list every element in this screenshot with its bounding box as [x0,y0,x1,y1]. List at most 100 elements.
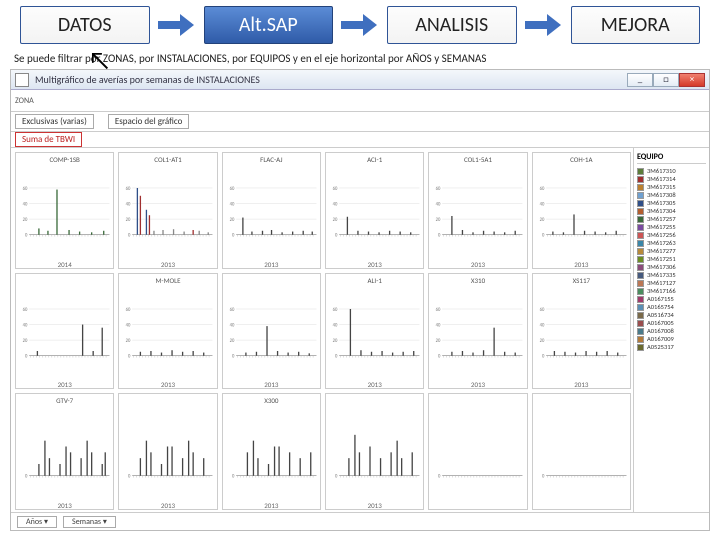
legend-item[interactable]: 3M617304 [637,207,706,215]
mini-chart: COH-1A02040602013 [532,152,631,269]
legend-item[interactable]: 3M617256 [637,231,706,239]
svg-text:0: 0 [542,475,545,480]
chart-year: 2013 [121,260,214,268]
legend-swatch [637,176,644,183]
legend-item[interactable]: 3M617306 [637,263,706,271]
minimize-button[interactable]: _ [627,73,653,87]
window-titlebar: Multigráfico de averías por semanas de I… [11,70,709,90]
plot-area-label: Espacio del gráfico [108,114,190,129]
svg-text:60: 60 [436,308,441,313]
filter-bar-3: Suma de TBWI [11,132,709,148]
filter-bar: ZONA [11,90,709,112]
svg-text:60: 60 [539,308,544,313]
chart-year [535,501,628,509]
svg-text:40: 40 [539,323,544,328]
equipment-legend: EQUIPO 3M6173103M6173143M6173153M6173083… [633,148,709,512]
svg-text:20: 20 [333,339,338,344]
svg-text:0: 0 [438,354,441,359]
legend-item[interactable]: 3M617263 [637,239,706,247]
legend-swatch [637,280,644,287]
legend-swatch [637,312,644,319]
svg-text:0: 0 [335,234,338,239]
legend-label: 3M617308 [647,191,676,199]
legend-swatch [637,200,644,207]
legend-item[interactable]: 3M617251 [637,255,706,263]
legend-swatch [637,272,644,279]
chart-grid: COMP-1SB02040602014COL1-AT102040602013FL… [11,148,633,512]
legend-item[interactable]: A0525317 [637,343,706,351]
svg-text:0: 0 [335,475,338,480]
svg-text:40: 40 [436,202,441,207]
legend-label: 3M617314 [647,175,676,183]
chart-year: 2013 [121,380,214,388]
legend-item[interactable]: A0165754 [637,303,706,311]
svg-text:20: 20 [126,218,131,223]
mini-chart: 02013 [325,393,424,510]
legend-header: EQUIPO [637,152,706,164]
legend-item[interactable]: 3M617310 [637,167,706,175]
chart-title: ALI-1 [328,276,421,284]
legend-label: 3M617304 [647,207,676,215]
chart-year: 2013 [328,260,421,268]
legend-item[interactable]: 3M617257 [637,215,706,223]
svg-text:0: 0 [128,234,131,239]
stage-analisis: ANALISIS [387,6,517,44]
filter-sum-tbwi[interactable]: Suma de TBWI [15,132,82,147]
svg-text:60: 60 [539,187,544,192]
legend-item[interactable]: 3M617255 [637,223,706,231]
chart-year: 2013 [225,260,318,268]
chart-year: 2013 [431,380,524,388]
mini-chart: X30002013 [222,393,321,510]
svg-text:0: 0 [542,354,545,359]
close-button[interactable]: × [679,73,705,87]
svg-text:0: 0 [25,354,28,359]
svg-text:0: 0 [128,475,131,480]
legend-item[interactable]: A0516734 [637,311,706,319]
mini-chart: ALI-102040602013 [325,273,424,390]
svg-text:0: 0 [25,475,28,480]
svg-text:20: 20 [436,218,441,223]
mini-chart: COL1-AT102040602013 [118,152,217,269]
legend-item[interactable]: A0167009 [637,335,706,343]
legend-label: 3M617256 [647,231,676,239]
legend-swatch [637,336,644,343]
svg-text:20: 20 [126,339,131,344]
legend-swatch [637,240,644,247]
legend-item[interactable]: 3M617166 [637,287,706,295]
legend-item[interactable]: A0167005 [637,319,706,327]
filter-exclusivas[interactable]: Exclusivas (varias) [15,114,94,129]
chart-title: ACI-1 [328,155,421,163]
svg-text:40: 40 [126,323,131,328]
years-selector[interactable]: Años ▾ [17,516,57,528]
svg-text:0: 0 [128,354,131,359]
legend-swatch [637,296,644,303]
svg-text:60: 60 [229,308,234,313]
svg-text:20: 20 [23,339,28,344]
legend-item[interactable]: 3M617314 [637,175,706,183]
legend-label: 3M617306 [647,263,676,271]
legend-item[interactable]: A0167155 [637,295,706,303]
svg-text:60: 60 [23,187,28,192]
legend-label: A0167005 [647,319,674,327]
legend-label: 3M617255 [647,223,676,231]
mini-chart: X31002040602013 [428,273,527,390]
maximize-button[interactable]: □ [653,73,679,87]
mini-chart: COMP-1SB02040602014 [15,152,114,269]
process-stages: DATOS Alt.SAP ANALISIS MEJORA [0,0,720,48]
chart-title: X300 [225,396,318,404]
chart-year: 2013 [225,501,318,509]
mini-chart: 02040602013 [222,273,321,390]
legend-item[interactable]: 3M617277 [637,247,706,255]
legend-item[interactable]: 3M617335 [637,271,706,279]
mini-chart: 0 [428,393,527,510]
legend-swatch [637,320,644,327]
legend-swatch [637,208,644,215]
legend-item[interactable]: 3M617127 [637,279,706,287]
legend-label: A0516734 [647,311,674,319]
chart-title: COH-1A [535,155,628,163]
legend-item[interactable]: 3M617308 [637,191,706,199]
legend-item[interactable]: A0167008 [637,327,706,335]
legend-item[interactable]: 3M617315 [637,183,706,191]
weeks-selector[interactable]: Semanas ▾ [63,516,116,528]
legend-item[interactable]: 3M617305 [637,199,706,207]
